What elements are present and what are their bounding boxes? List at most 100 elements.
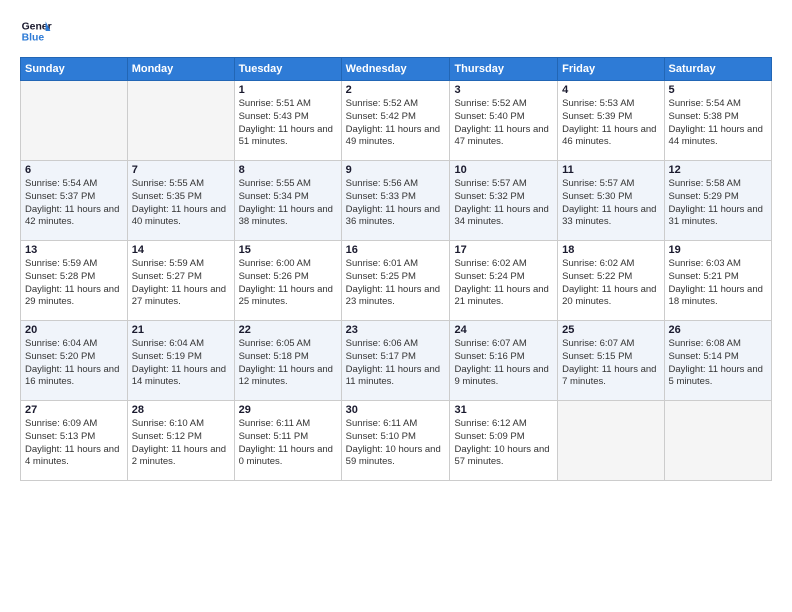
day-info: Sunrise: 5:56 AM Sunset: 5:33 PM Dayligh… (346, 178, 446, 229)
calendar-day-cell: 10Sunrise: 5:57 AM Sunset: 5:32 PM Dayli… (450, 161, 558, 241)
day-number: 11 (562, 164, 659, 176)
calendar-day-cell: 3 Sunrise: 5:52 AM Sunset: 5:40 PM Daylig… (450, 81, 558, 161)
day-info: Sunrise: 6:05 AM Sunset: 5:18 PM Dayligh… (239, 338, 337, 389)
weekday-header: Friday (558, 58, 664, 81)
day-number: 1 (239, 84, 337, 96)
calendar-day-cell: 30Sunrise: 6:11 AM Sunset: 5:10 PM Dayli… (341, 401, 450, 481)
day-number: 7 (132, 164, 230, 176)
day-info: Sunrise: 5:52 AM Sunset: 5:40 PM Dayligh… (454, 98, 553, 149)
day-info: Sunrise: 6:09 AM Sunset: 5:13 PM Dayligh… (25, 418, 123, 469)
day-number: 9 (346, 164, 446, 176)
calendar-day-cell (21, 81, 128, 161)
calendar-day-cell (664, 401, 771, 481)
calendar-day-cell: 17Sunrise: 6:02 AM Sunset: 5:24 PM Dayli… (450, 241, 558, 321)
calendar-day-cell: 26 Sunrise: 6:08 AM Sunset: 5:14 PM Dayli… (664, 321, 771, 401)
day-number: 31 (454, 404, 553, 416)
calendar-day-cell: 7Sunrise: 5:55 AM Sunset: 5:35 PM Daylig… (127, 161, 234, 241)
day-info: Sunrise: 5:59 AM Sunset: 5:27 PM Dayligh… (132, 258, 230, 309)
day-info: Sunrise: 6:07 AM Sunset: 5:15 PM Dayligh… (562, 338, 659, 389)
day-number: 21 (132, 324, 230, 336)
weekday-header: Thursday (450, 58, 558, 81)
calendar-day-cell: 16 Sunrise: 6:01 AM Sunset: 5:25 PM Dayli… (341, 241, 450, 321)
calendar-day-cell (127, 81, 234, 161)
day-info: Sunrise: 6:03 AM Sunset: 5:21 PM Dayligh… (669, 258, 767, 309)
calendar-day-cell: 2 Sunrise: 5:52 AM Sunset: 5:42 PM Daylig… (341, 81, 450, 161)
day-info: Sunrise: 6:02 AM Sunset: 5:24 PM Dayligh… (454, 258, 553, 309)
logo: General Blue (20, 15, 58, 47)
day-info: Sunrise: 6:04 AM Sunset: 5:19 PM Dayligh… (132, 338, 230, 389)
header: General Blue (20, 15, 772, 47)
svg-text:Blue: Blue (22, 33, 45, 44)
calendar-week-row: 20Sunrise: 6:04 AM Sunset: 5:20 PM Dayli… (21, 321, 772, 401)
calendar-week-row: 13Sunrise: 5:59 AM Sunset: 5:28 PM Dayli… (21, 241, 772, 321)
day-number: 6 (25, 164, 123, 176)
calendar-day-cell: 15 Sunrise: 6:00 AM Sunset: 5:26 PM Dayli… (234, 241, 341, 321)
calendar-day-cell: 29 Sunrise: 6:11 AM Sunset: 5:11 PM Dayli… (234, 401, 341, 481)
day-info: Sunrise: 6:00 AM Sunset: 5:26 PM Dayligh… (239, 258, 337, 309)
calendar-day-cell: 31 Sunrise: 6:12 AM Sunset: 5:09 PM Dayli… (450, 401, 558, 481)
day-number: 20 (25, 324, 123, 336)
day-number: 8 (239, 164, 337, 176)
calendar-week-row: 6 Sunrise: 5:54 AM Sunset: 5:37 PM Daylig… (21, 161, 772, 241)
day-number: 15 (239, 244, 337, 256)
weekday-header: Tuesday (234, 58, 341, 81)
day-info: Sunrise: 6:01 AM Sunset: 5:25 PM Dayligh… (346, 258, 446, 309)
calendar-header-row: SundayMondayTuesdayWednesdayThursdayFrid… (21, 58, 772, 81)
day-number: 24 (454, 324, 553, 336)
calendar-day-cell: 23 Sunrise: 6:06 AM Sunset: 5:17 PM Dayli… (341, 321, 450, 401)
calendar-day-cell: 27 Sunrise: 6:09 AM Sunset: 5:13 PM Dayli… (21, 401, 128, 481)
day-info: Sunrise: 5:51 AM Sunset: 5:43 PM Dayligh… (239, 98, 337, 149)
calendar: SundayMondayTuesdayWednesdayThursdayFrid… (20, 57, 772, 481)
day-number: 28 (132, 404, 230, 416)
day-info: Sunrise: 6:06 AM Sunset: 5:17 PM Dayligh… (346, 338, 446, 389)
day-number: 23 (346, 324, 446, 336)
day-number: 2 (346, 84, 446, 96)
day-info: Sunrise: 6:10 AM Sunset: 5:12 PM Dayligh… (132, 418, 230, 469)
day-info: Sunrise: 5:59 AM Sunset: 5:28 PM Dayligh… (25, 258, 123, 309)
calendar-day-cell: 4 Sunrise: 5:53 AM Sunset: 5:39 PM Daylig… (558, 81, 664, 161)
day-number: 5 (669, 84, 767, 96)
day-info: Sunrise: 5:52 AM Sunset: 5:42 PM Dayligh… (346, 98, 446, 149)
day-number: 22 (239, 324, 337, 336)
day-number: 27 (25, 404, 123, 416)
day-info: Sunrise: 5:53 AM Sunset: 5:39 PM Dayligh… (562, 98, 659, 149)
day-info: Sunrise: 5:58 AM Sunset: 5:29 PM Dayligh… (669, 178, 767, 229)
day-info: Sunrise: 6:11 AM Sunset: 5:11 PM Dayligh… (239, 418, 337, 469)
day-number: 4 (562, 84, 659, 96)
day-info: Sunrise: 6:12 AM Sunset: 5:09 PM Dayligh… (454, 418, 553, 469)
calendar-day-cell: 9 Sunrise: 5:56 AM Sunset: 5:33 PM Daylig… (341, 161, 450, 241)
page: General Blue SundayMondayTuesdayWednesda… (0, 0, 792, 612)
day-number: 25 (562, 324, 659, 336)
weekday-header: Sunday (21, 58, 128, 81)
calendar-day-cell: 14 Sunrise: 5:59 AM Sunset: 5:27 PM Dayli… (127, 241, 234, 321)
day-number: 19 (669, 244, 767, 256)
calendar-week-row: 1 Sunrise: 5:51 AM Sunset: 5:43 PM Daylig… (21, 81, 772, 161)
calendar-day-cell: 13Sunrise: 5:59 AM Sunset: 5:28 PM Dayli… (21, 241, 128, 321)
day-info: Sunrise: 5:54 AM Sunset: 5:37 PM Dayligh… (25, 178, 123, 229)
calendar-day-cell: 18Sunrise: 6:02 AM Sunset: 5:22 PM Dayli… (558, 241, 664, 321)
calendar-day-cell: 1 Sunrise: 5:51 AM Sunset: 5:43 PM Daylig… (234, 81, 341, 161)
day-info: Sunrise: 6:08 AM Sunset: 5:14 PM Dayligh… (669, 338, 767, 389)
day-info: Sunrise: 5:54 AM Sunset: 5:38 PM Dayligh… (669, 98, 767, 149)
day-number: 3 (454, 84, 553, 96)
calendar-day-cell: 25 Sunrise: 6:07 AM Sunset: 5:15 PM Dayli… (558, 321, 664, 401)
calendar-day-cell: 20Sunrise: 6:04 AM Sunset: 5:20 PM Dayli… (21, 321, 128, 401)
calendar-day-cell: 11 Sunrise: 5:57 AM Sunset: 5:30 PM Dayli… (558, 161, 664, 241)
weekday-header: Monday (127, 58, 234, 81)
calendar-day-cell (558, 401, 664, 481)
day-info: Sunrise: 6:07 AM Sunset: 5:16 PM Dayligh… (454, 338, 553, 389)
day-number: 29 (239, 404, 337, 416)
day-number: 18 (562, 244, 659, 256)
calendar-day-cell: 22 Sunrise: 6:05 AM Sunset: 5:18 PM Dayli… (234, 321, 341, 401)
calendar-day-cell: 12Sunrise: 5:58 AM Sunset: 5:29 PM Dayli… (664, 161, 771, 241)
calendar-day-cell: 19 Sunrise: 6:03 AM Sunset: 5:21 PM Dayli… (664, 241, 771, 321)
day-info: Sunrise: 5:57 AM Sunset: 5:30 PM Dayligh… (562, 178, 659, 229)
calendar-day-cell: 6 Sunrise: 5:54 AM Sunset: 5:37 PM Daylig… (21, 161, 128, 241)
day-info: Sunrise: 5:57 AM Sunset: 5:32 PM Dayligh… (454, 178, 553, 229)
logo-icon: General Blue (20, 15, 52, 47)
day-number: 14 (132, 244, 230, 256)
day-number: 26 (669, 324, 767, 336)
day-number: 30 (346, 404, 446, 416)
weekday-header: Saturday (664, 58, 771, 81)
day-number: 16 (346, 244, 446, 256)
